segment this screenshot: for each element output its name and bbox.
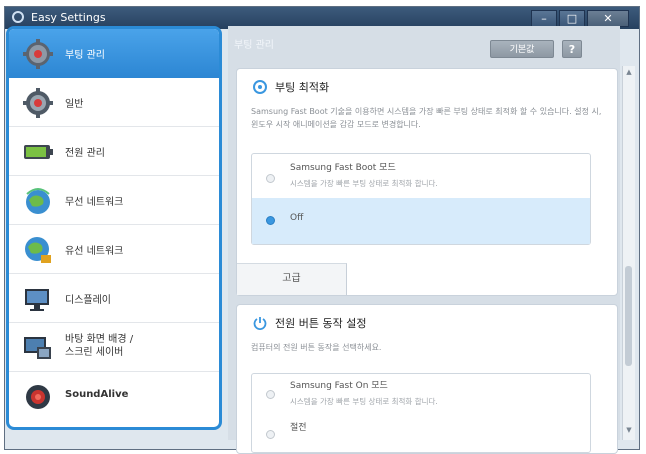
general-gear-icon — [23, 88, 53, 118]
off-radio[interactable] — [266, 216, 275, 225]
sidebar-item-display[interactable]: 디스플레이 — [9, 274, 219, 323]
sidebar-item-label: 부팅 관리 — [65, 50, 105, 61]
sidebar: 부팅 관리 일반 전원 관리 무선 네트워크 유선 네트워크 디스플레이 바탕 … — [6, 26, 222, 430]
wired-globe-icon — [25, 237, 51, 263]
display-icon — [25, 289, 49, 311]
option-title: 절전 — [290, 423, 307, 433]
minimize-button[interactable]: – — [531, 10, 557, 27]
maximize-button[interactable]: □ — [559, 10, 585, 27]
power-icon — [253, 317, 267, 330]
boot-optimization-panel: 부팅 최적화 Samsung Fast Boot 기술을 이용하면 시스템을 가… — [236, 68, 618, 296]
option-off[interactable]: Off — [252, 198, 590, 244]
scroll-down-icon[interactable]: ▼ — [624, 426, 634, 436]
sidebar-item-wireless-network[interactable]: 무선 네트워크 — [9, 176, 219, 225]
power-panel-heading: 전원 버튼 동작 설정 — [275, 317, 367, 330]
page-title: 부팅 관리 — [234, 40, 274, 51]
option-fast-boot[interactable]: Samsung Fast Boot 모드 시스템을 가장 빠른 부팅 상태로 최… — [252, 154, 590, 198]
sleep-radio[interactable] — [266, 430, 275, 439]
fast-on-radio[interactable] — [266, 390, 275, 399]
wireless-globe-icon — [26, 188, 50, 214]
sidebar-item-power-management[interactable]: 전원 관리 — [9, 127, 219, 176]
power-options-list: Samsung Fast On 모드 시스템을 가장 빠른 부팅 상태로 최적화… — [251, 373, 591, 453]
sidebar-item-wired-network[interactable]: 유선 네트워크 — [9, 225, 219, 274]
boot-panel-heading: 부팅 최적화 — [275, 81, 330, 94]
option-sleep[interactable]: 절전 — [252, 418, 590, 452]
main-scrollbar[interactable]: ▲ ▼ — [622, 66, 635, 440]
sidebar-item-label: SoundAlive — [65, 389, 129, 400]
fast-boot-radio[interactable] — [266, 174, 275, 183]
option-subtitle: 시스템을 가장 빠른 부팅 상태로 최적화 합니다. — [290, 179, 438, 188]
sidebar-item-general[interactable]: 일반 — [9, 78, 219, 127]
panel-heading: 전원 버튼 동작 설정 — [253, 315, 366, 331]
soundalive-icon — [26, 385, 50, 409]
option-fast-on[interactable]: Samsung Fast On 모드 시스템을 가장 빠른 부팅 상태로 최적화… — [252, 374, 590, 418]
main-content: 부팅 관리 기본값 ? 부팅 최적화 Samsung Fast Boot 기술을… — [228, 26, 635, 454]
advanced-tab[interactable]: 고급 — [237, 263, 347, 295]
boot-gear-icon — [23, 39, 53, 69]
power-button-panel: 전원 버튼 동작 설정 컴퓨터의 전원 버튼 동작을 선택하세요. Samsun… — [236, 304, 618, 454]
default-button[interactable]: 기본값 — [490, 40, 554, 58]
option-title: Samsung Fast On 모드 — [290, 381, 388, 391]
sidebar-item-label: 디스플레이 — [65, 295, 111, 306]
help-button[interactable]: ? — [562, 40, 582, 58]
gear-icon — [253, 80, 267, 94]
sidebar-item-label: 유선 네트워크 — [65, 246, 124, 257]
wallpaper-icon — [24, 337, 51, 359]
sidebar-item-label-line2: 스크린 세이버 — [65, 347, 124, 358]
sidebar-item-label: 무선 네트워크 — [65, 197, 124, 208]
scrollbar-thumb[interactable] — [625, 266, 632, 366]
option-title: Off — [290, 213, 304, 223]
panel-heading: 부팅 최적화 — [253, 79, 329, 95]
sidebar-item-soundalive[interactable]: SoundAlive — [9, 372, 219, 421]
boot-panel-description: Samsung Fast Boot 기술을 이용하면 시스템을 가장 빠른 부팅… — [251, 107, 602, 129]
battery-icon — [24, 145, 53, 159]
sidebar-item-boot-management[interactable]: 부팅 관리 — [9, 29, 219, 78]
option-title: Samsung Fast Boot 모드 — [290, 163, 396, 173]
sidebar-item-label-line1: 바탕 화면 배경 / — [65, 334, 134, 345]
boot-options-list: Samsung Fast Boot 모드 시스템을 가장 빠른 부팅 상태로 최… — [251, 153, 591, 245]
app-icon — [12, 11, 24, 23]
close-button[interactable]: ✕ — [587, 10, 629, 27]
power-panel-description: 컴퓨터의 전원 버튼 동작을 선택하세요. — [251, 343, 382, 352]
sidebar-item-label: 일반 — [65, 99, 84, 110]
sidebar-item-wallpaper-screensaver[interactable]: 바탕 화면 배경 / 스크린 세이버 — [9, 323, 219, 372]
option-subtitle: 시스템을 가장 빠른 부팅 상태로 최적화 합니다. — [290, 397, 438, 406]
sidebar-item-label: 바탕 화면 배경 / 스크린 세이버 — [65, 333, 133, 359]
sidebar-item-label: 전원 관리 — [65, 148, 105, 159]
window-title: Easy Settings — [31, 11, 106, 24]
scroll-up-icon[interactable]: ▲ — [624, 68, 634, 78]
